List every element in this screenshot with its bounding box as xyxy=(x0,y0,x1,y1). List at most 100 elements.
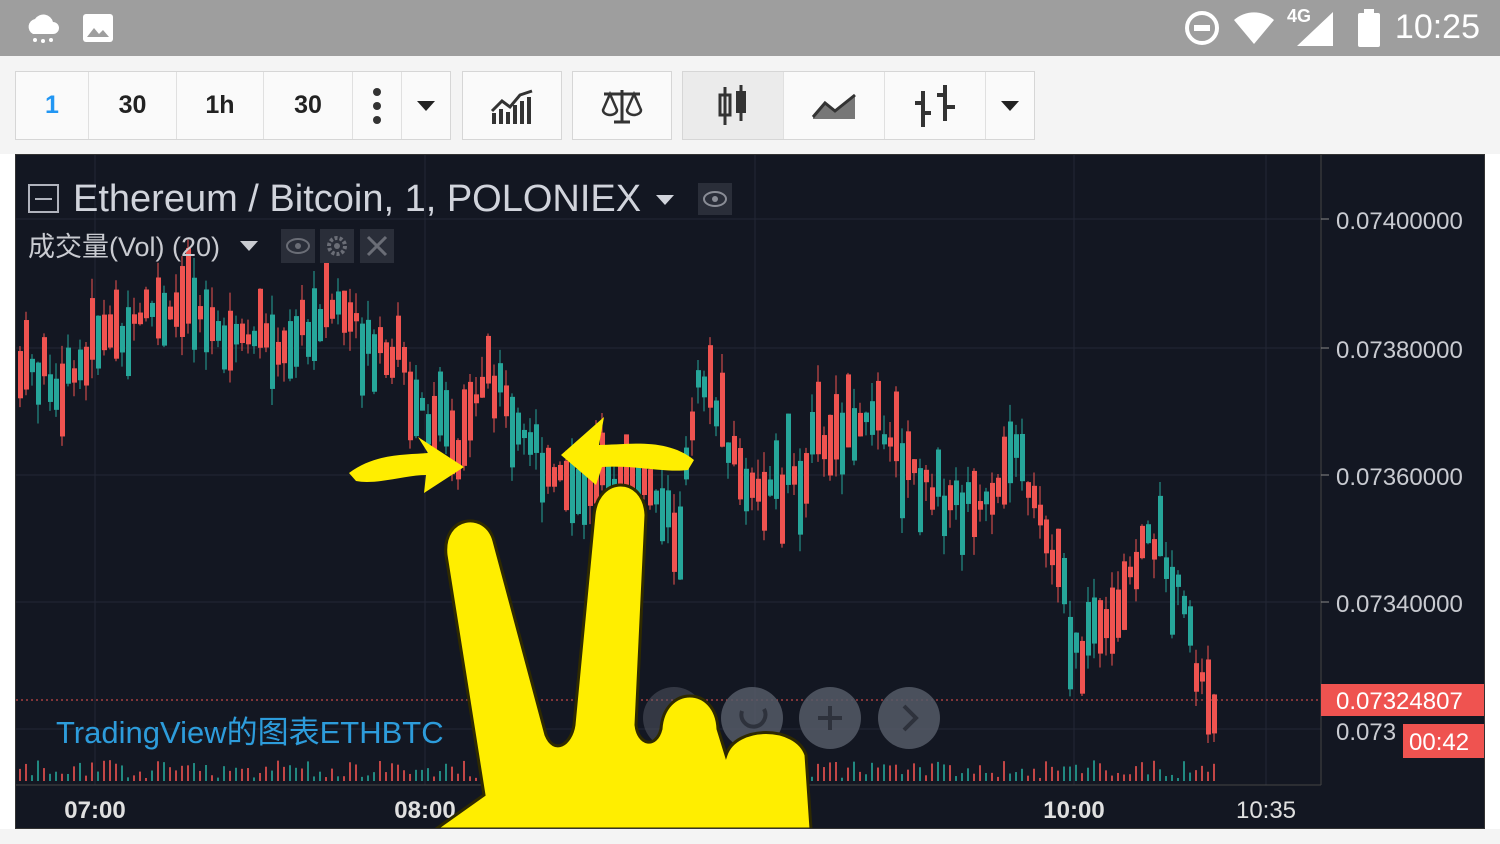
bar-countdown: 00:42 xyxy=(1409,729,1469,756)
candle-body xyxy=(870,401,875,435)
candle-body xyxy=(480,376,485,398)
candle-body xyxy=(804,453,809,504)
volume-bar xyxy=(289,765,291,781)
volume-bar xyxy=(967,768,969,781)
bars-style-button[interactable] xyxy=(885,72,986,139)
volume-bar xyxy=(1003,761,1005,781)
candle-body xyxy=(666,490,671,528)
volume-bar xyxy=(901,774,903,781)
candle-body xyxy=(972,470,977,538)
volume-bar xyxy=(355,764,357,781)
volume-bar xyxy=(1177,777,1179,781)
volume-bar xyxy=(103,760,105,781)
volume-bar xyxy=(337,776,339,781)
candle-body xyxy=(270,314,275,389)
volume-bar xyxy=(427,768,429,781)
candle-body xyxy=(48,374,53,402)
candle-body xyxy=(252,330,257,347)
volume-bar xyxy=(1027,775,1029,781)
candle-body xyxy=(1098,600,1103,654)
indicators-group xyxy=(462,71,562,140)
candle-body xyxy=(258,288,263,348)
price-chart[interactable]: 0.07400000 0.07380000 0.07360000 0.07340… xyxy=(16,155,1484,831)
scroll-right-button[interactable] xyxy=(878,687,940,749)
candle-body xyxy=(876,380,881,431)
candle-body xyxy=(936,449,941,497)
chart-style-dropdown-button[interactable] xyxy=(986,72,1034,139)
vertical-dots-icon xyxy=(373,87,381,124)
candle-body xyxy=(1032,485,1037,509)
chart-area[interactable]: 0.07400000 0.07380000 0.07360000 0.07340… xyxy=(15,154,1485,831)
eye-icon[interactable] xyxy=(281,229,315,263)
compare-button[interactable] xyxy=(573,72,671,139)
volume-bar xyxy=(241,768,243,781)
candle-body xyxy=(354,313,359,322)
volume-bar xyxy=(49,773,51,781)
interval-1h-button[interactable]: 1h xyxy=(177,72,264,139)
volume-bar xyxy=(445,763,447,781)
candle-body xyxy=(534,424,539,453)
interval-1m-button[interactable]: 1 xyxy=(16,72,89,139)
candle-body xyxy=(342,290,347,333)
candle-body xyxy=(90,298,95,360)
candle-body xyxy=(738,448,743,500)
interval-30m-button[interactable]: 30 xyxy=(89,72,177,139)
status-bar: 4G 10:25 xyxy=(0,0,1500,56)
candle-body xyxy=(228,310,233,371)
candle-body xyxy=(1002,436,1007,505)
price-axis[interactable]: 0.07400000 0.07380000 0.07360000 0.07340… xyxy=(1321,208,1463,746)
interval-30-button[interactable]: 30 xyxy=(264,72,353,139)
candle-body xyxy=(1140,525,1145,559)
clock: 10:25 xyxy=(1394,8,1480,46)
do-not-disturb-icon xyxy=(1182,0,1222,56)
volume-bar xyxy=(277,760,279,781)
candle-body xyxy=(1146,524,1151,544)
volume-bar xyxy=(931,763,933,781)
price-tick-label: 0.07360000 xyxy=(1336,464,1463,491)
interval-dropdown-button[interactable] xyxy=(402,72,450,139)
candle-body xyxy=(420,397,425,411)
candle-body xyxy=(540,452,545,503)
candle-body xyxy=(282,330,287,364)
volume-bar xyxy=(853,761,855,781)
candle-body xyxy=(144,289,149,319)
eye-icon[interactable] xyxy=(698,183,732,215)
volume-bar xyxy=(865,774,867,781)
candle-body xyxy=(336,291,341,315)
candle-body xyxy=(162,292,167,346)
candles-style-button[interactable] xyxy=(683,72,784,139)
volume-dropdown-icon[interactable] xyxy=(240,241,258,251)
zoom-in-button[interactable] xyxy=(799,687,861,749)
symbol-dropdown-icon[interactable] xyxy=(656,195,674,205)
symbol-title[interactable]: Ethereum / Bitcoin, 1, POLONIEX xyxy=(73,178,641,220)
volume-bar xyxy=(271,770,273,781)
volume-bar xyxy=(145,777,147,781)
image-icon xyxy=(80,0,116,56)
candle-body xyxy=(78,349,83,381)
volume-indicator-label[interactable]: 成交量(Vol) (20) xyxy=(28,232,220,262)
close-icon[interactable] xyxy=(360,229,394,263)
candle-body xyxy=(348,302,353,332)
more-intervals-button[interactable] xyxy=(353,72,402,139)
volume-bar xyxy=(1045,761,1047,781)
price-tick-label: 0.07340000 xyxy=(1336,591,1463,618)
candle-body xyxy=(654,490,659,505)
volume-bar xyxy=(91,762,93,781)
gear-icon[interactable] xyxy=(320,229,354,263)
volume-bar xyxy=(883,764,885,781)
line-style-button[interactable] xyxy=(784,72,885,139)
bars-icon xyxy=(915,84,955,127)
indicators-button[interactable] xyxy=(463,72,561,139)
candle-body xyxy=(990,482,995,515)
volume-bar xyxy=(1057,770,1059,781)
candle-body xyxy=(222,325,227,370)
candle-body xyxy=(126,307,131,377)
wifi-icon xyxy=(1232,0,1276,56)
volume-bar xyxy=(163,762,165,781)
volume-bar xyxy=(919,767,921,781)
volume-bar xyxy=(859,771,861,781)
volume-bar xyxy=(133,775,135,781)
candle-body xyxy=(1110,587,1115,654)
candle-body xyxy=(816,381,821,455)
volume-bar xyxy=(961,773,963,781)
